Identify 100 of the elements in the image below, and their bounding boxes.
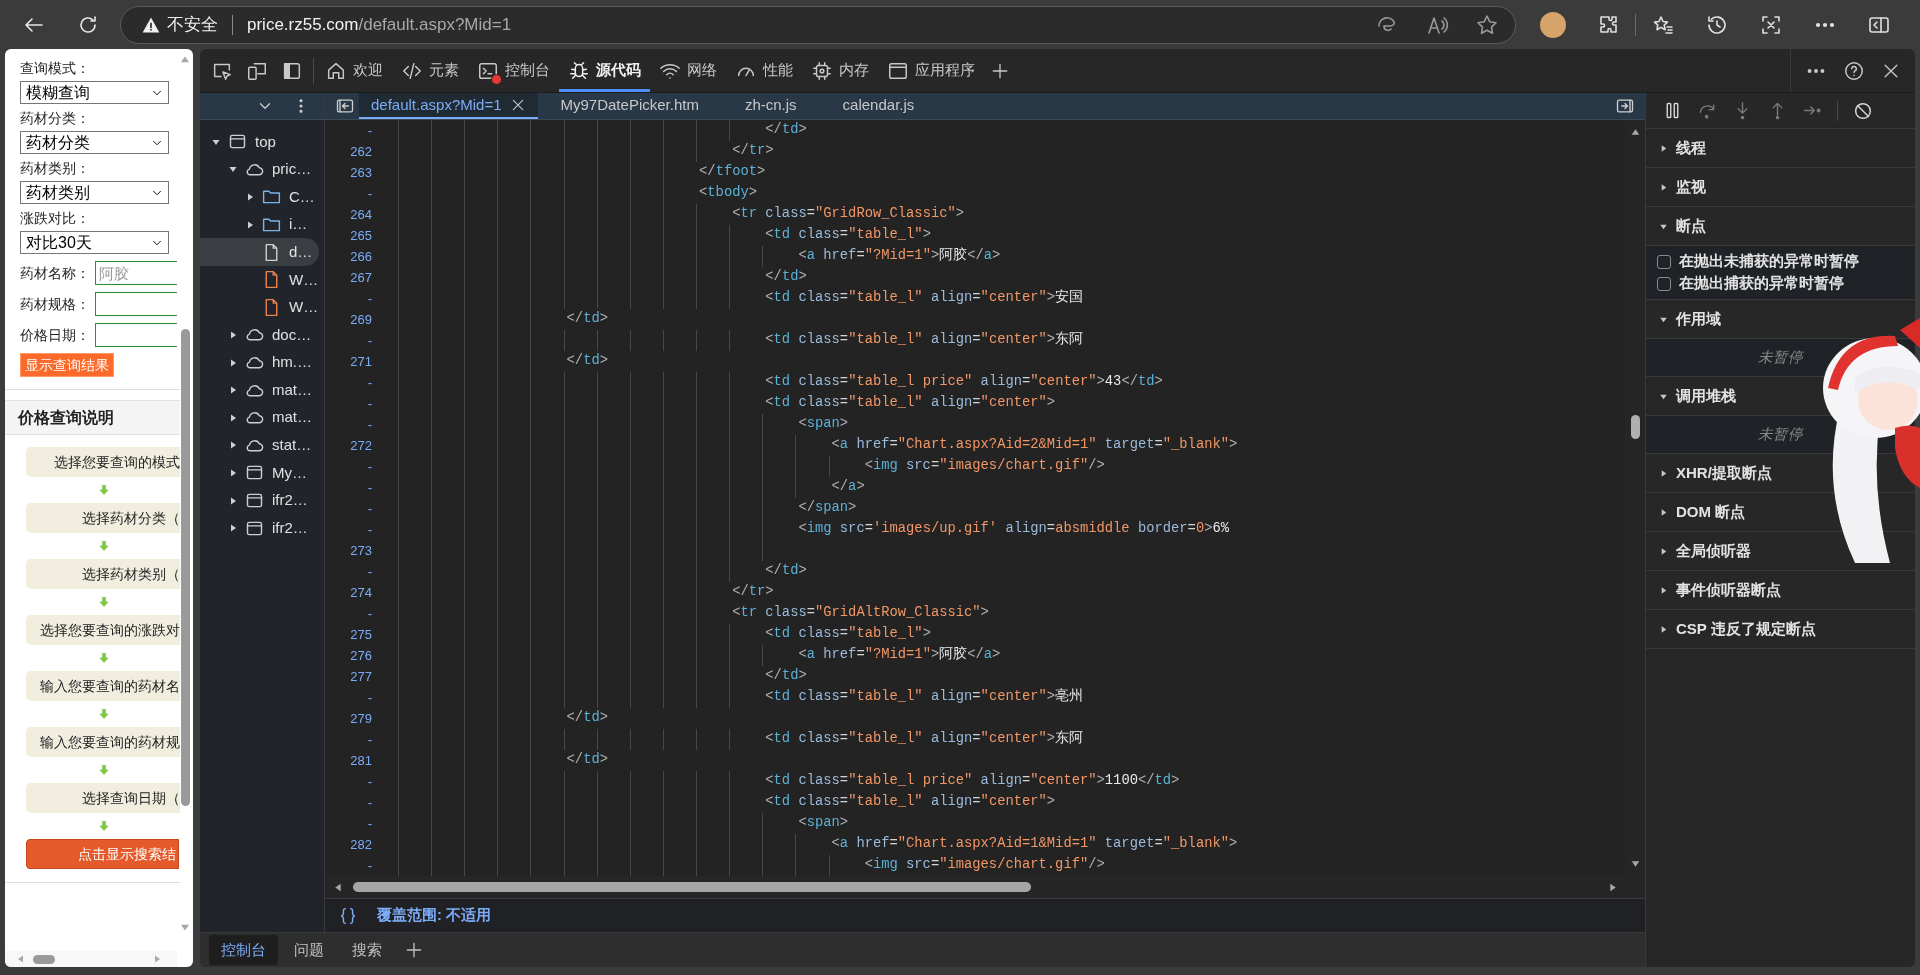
tree-item[interactable]: ifr2… [200, 514, 319, 542]
down-arrow-icon [97, 764, 110, 776]
tree-item[interactable]: doc… [200, 321, 319, 349]
url-host: price.rz55.com [247, 13, 359, 36]
dropdown[interactable]: 模糊查询 [20, 81, 169, 104]
code-line: <a href="Chart.aspx?Aid=1&Mid=1" target="_blank"> [830, 835, 1238, 854]
section-header[interactable]: XHR/提取断点 [1658, 461, 1772, 485]
scrollbar-thumb[interactable] [33, 954, 55, 964]
line-number: 263 [349, 163, 372, 182]
checkbox[interactable] [1657, 276, 1671, 291]
code-line: </td> [764, 667, 807, 686]
devtools-tab[interactable]: 控制台 [468, 49, 559, 92]
field-label: 药材分类： [20, 109, 91, 127]
section-header[interactable]: 事件侦听器断点 [1658, 578, 1781, 602]
search-button[interactable]: 点击显示搜索结 [26, 839, 179, 869]
section-header: 价格查询说明 [5, 400, 180, 435]
section-header[interactable]: 全局侦听器 [1658, 539, 1751, 563]
tree-item[interactable]: My… [200, 459, 319, 487]
tree-item[interactable]: W… [200, 265, 319, 294]
input-field[interactable]: 阿胶 [95, 261, 177, 285]
section-header[interactable]: DOM 断点 [1658, 500, 1746, 524]
devtools-tab[interactable]: 性能 [726, 49, 802, 92]
line-number: - [366, 562, 372, 581]
section-header[interactable]: 监视 [1658, 175, 1706, 199]
line-number: - [366, 373, 372, 392]
line-number: 273 [349, 541, 372, 560]
field-label: 价格日期： [20, 325, 91, 345]
down-arrow-icon [97, 652, 110, 664]
code-line: </span> [797, 499, 857, 518]
help-icon[interactable] [1843, 59, 1865, 82]
editor-tab[interactable]: calendar.js [825, 93, 932, 119]
code-line: </td> [565, 709, 608, 728]
favorite-star-icon[interactable] [1475, 12, 1499, 37]
scrollbar-thumb[interactable] [180, 329, 190, 806]
down-arrow-icon [97, 540, 110, 552]
dropdown[interactable]: 对比30天 [20, 231, 169, 254]
section-header[interactable]: 线程 [1658, 136, 1706, 160]
code-line: <img src="images/chart.gif"/> [863, 856, 1105, 875]
editor-tab[interactable]: My97DatePicker.htm [543, 93, 716, 119]
code-line: <a href="?Mid=1">阿胶</a> [797, 645, 1001, 665]
section-header[interactable]: CSP 违反了规定断点 [1658, 617, 1816, 641]
devtools-tab[interactable]: 网络 [650, 49, 726, 92]
line-number: - [366, 688, 372, 707]
down-arrow-icon [97, 596, 110, 608]
horizontal-scrollbar[interactable] [5, 951, 177, 967]
line-number: - [366, 184, 372, 203]
devtools-tab[interactable]: 元素 [392, 49, 468, 92]
security-label: 不安全 [167, 13, 218, 36]
line-number: 264 [349, 205, 372, 224]
step-box: 选择您要查询的涨跌对 [26, 615, 180, 645]
tree-item[interactable]: pric… [200, 155, 319, 184]
add-tab-icon[interactable] [404, 940, 424, 960]
editor-tab[interactable]: zh-cn.js [727, 93, 814, 119]
tree-item[interactable]: stat… [200, 431, 319, 460]
tree-item[interactable]: mat… [200, 376, 319, 404]
avatar-icon[interactable] [1540, 11, 1566, 38]
address-bar[interactable]: 不安全 price.rz55.com/default.aspx?Mid=1 [120, 5, 1516, 44]
line-number: - [366, 814, 372, 833]
drawer-tab[interactable]: 搜索 [340, 935, 394, 965]
scrollbar-thumb[interactable] [353, 882, 1031, 892]
devtools-tab[interactable]: 内存 [802, 49, 878, 92]
editor-tab[interactable]: default.aspx?Mid=1 [359, 93, 538, 119]
line-number: 275 [349, 625, 372, 644]
field-label: 药材名称： [20, 263, 91, 283]
dropdown[interactable]: 药材类别 [20, 181, 169, 204]
code-line: <td class="table_l" align="center">亳州 [764, 687, 1084, 707]
down-arrow-icon [97, 708, 110, 720]
url-path: /default.aspx?Mid=1 [358, 13, 512, 36]
tree-item[interactable]: W… [200, 293, 319, 322]
code-line: <td class="table_l"> [764, 226, 931, 245]
down-arrow-icon [97, 484, 110, 496]
tree-item[interactable]: hm.… [200, 348, 319, 377]
section-header[interactable]: 断点 [1658, 214, 1706, 238]
tree-item[interactable]: mat… [200, 403, 319, 432]
tree-item[interactable]: top [200, 128, 319, 156]
tree-item[interactable]: C… [200, 183, 319, 211]
tree-item[interactable]: d… [200, 238, 319, 266]
code-line: <td class="table_l"> [764, 625, 931, 644]
input-field[interactable] [95, 323, 177, 347]
tree-item[interactable]: i… [200, 210, 319, 239]
checkbox[interactable] [1657, 254, 1671, 269]
input-field[interactable] [95, 292, 177, 316]
scrollbar-thumb[interactable] [1630, 415, 1640, 439]
drawer-tab[interactable]: 问题 [282, 935, 336, 965]
line-number: 279 [349, 709, 372, 728]
line-number: - [366, 478, 372, 497]
dropdown[interactable]: 药材分类 [20, 131, 169, 154]
down-arrow-icon [97, 820, 110, 832]
code-line: <tr class="GridAltRow_Classic"> [731, 604, 989, 623]
section-header[interactable]: 调用堆栈 [1658, 384, 1736, 408]
code-line: </td> [565, 751, 608, 770]
tree-item[interactable]: ifr2… [200, 486, 319, 515]
code-line: <img src='images/up.gif' align=absmiddle border=0>6% [797, 520, 1229, 539]
line-number: - [366, 457, 372, 476]
section-header[interactable]: 作用域 [1658, 307, 1721, 331]
line-number: 274 [349, 583, 372, 602]
devtools-tab[interactable]: 欢迎 [316, 49, 392, 92]
line-number: 272 [349, 436, 372, 455]
drawer-tab[interactable]: 控制台 [209, 935, 278, 965]
devtools-tab[interactable]: 应用程序 [878, 49, 984, 92]
